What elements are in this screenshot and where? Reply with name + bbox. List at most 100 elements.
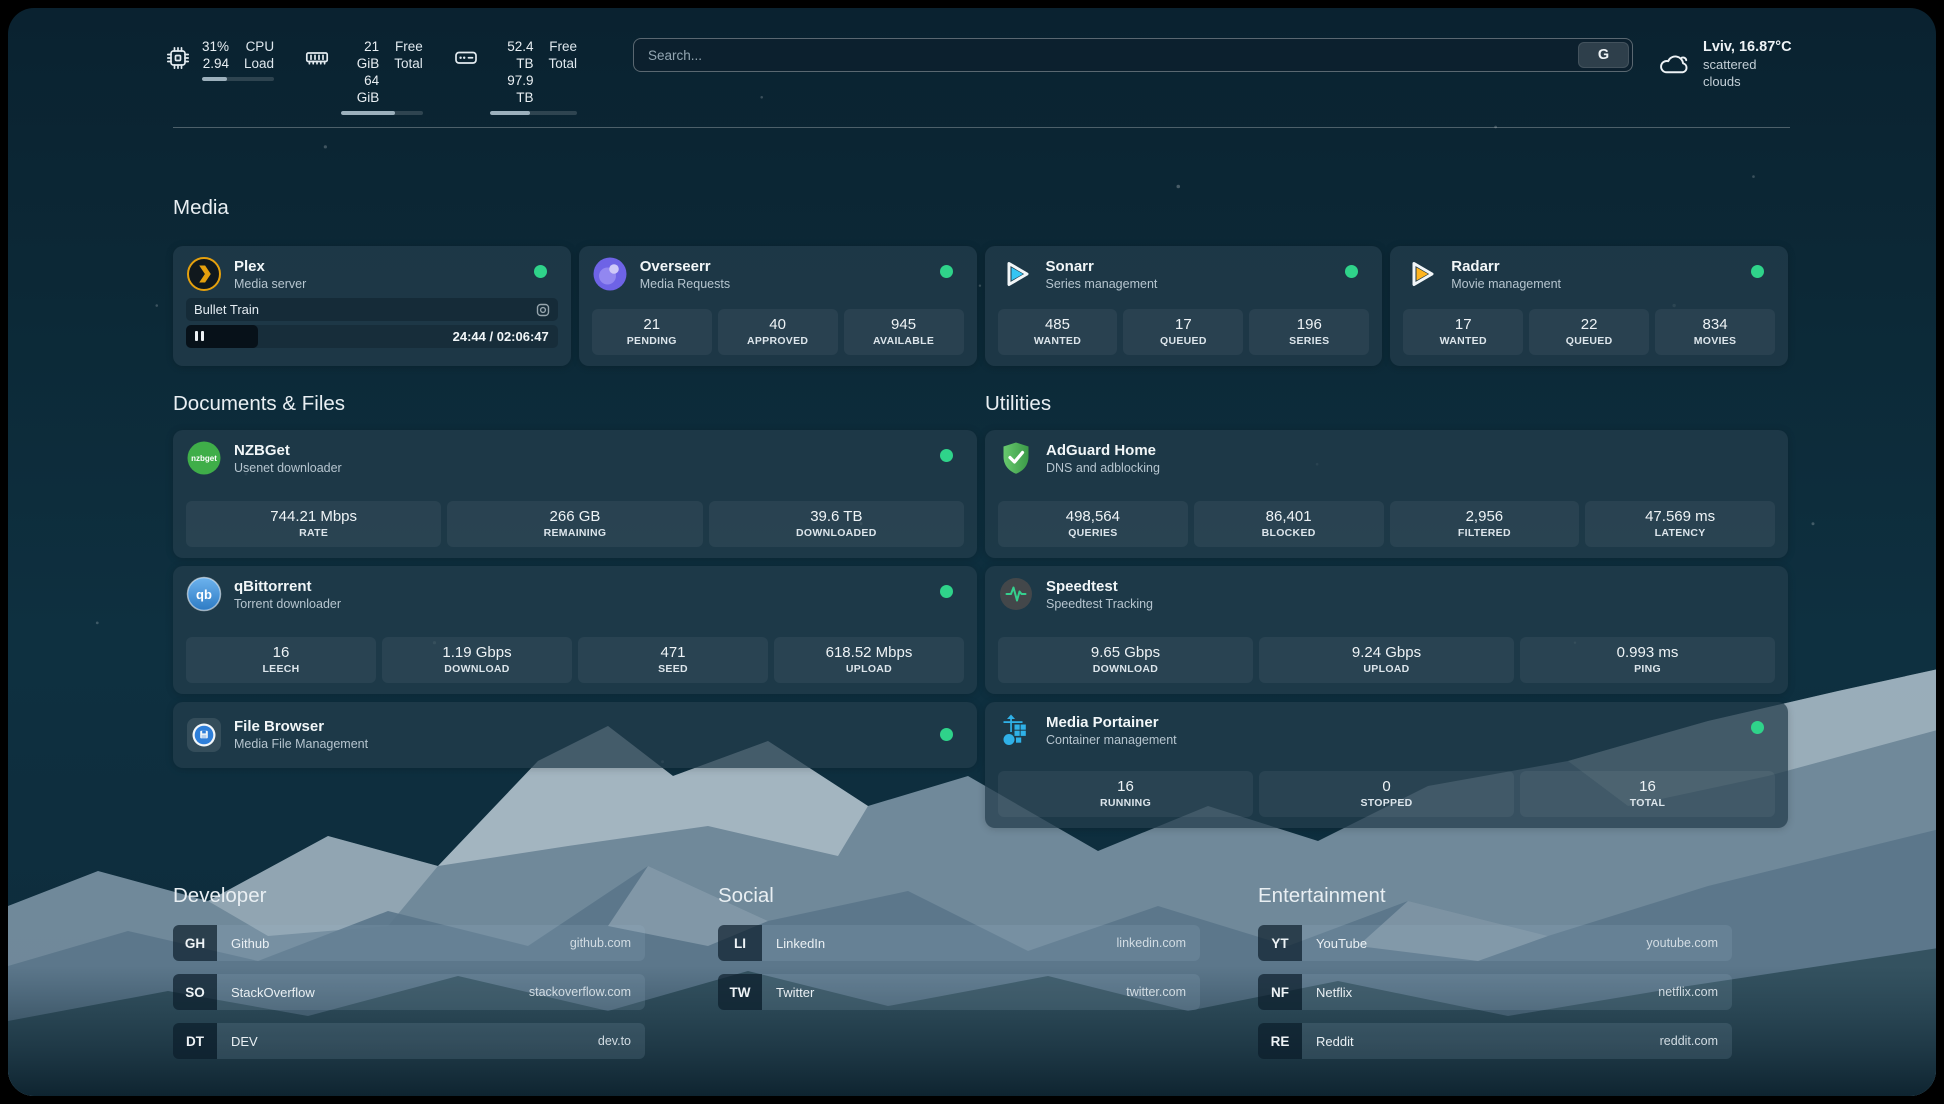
bookmark-abbr: GH bbox=[173, 925, 217, 961]
adguard-card[interactable]: AdGuard Home DNS and adblocking 498,564 … bbox=[985, 430, 1788, 558]
plex-status-dot bbox=[534, 265, 547, 278]
bookmark-url: youtube.com bbox=[1646, 936, 1718, 950]
stat-total: 16 TOTAL bbox=[1520, 771, 1775, 817]
stat-series: 196 SERIES bbox=[1249, 309, 1369, 355]
bookmark-twitter[interactable]: TW Twitter twitter.com bbox=[718, 974, 1200, 1010]
stat-queued: 22 QUEUED bbox=[1529, 309, 1649, 355]
speedtest-subtitle: Speedtest Tracking bbox=[1046, 596, 1153, 612]
bookmark-url: linkedin.com bbox=[1117, 936, 1186, 950]
sonarr-card[interactable]: Sonarr Series management 485 WANTED 17 Q… bbox=[985, 246, 1383, 366]
bookmark-url: reddit.com bbox=[1660, 1034, 1718, 1048]
speedtest-card[interactable]: Speedtest Speedtest Tracking 9.65 Gbps D… bbox=[985, 566, 1788, 694]
radarr-status-dot bbox=[1751, 265, 1764, 278]
radarr-icon bbox=[1403, 256, 1439, 292]
nzbget-title: NZBGet bbox=[234, 441, 342, 460]
radarr-subtitle: Movie management bbox=[1451, 276, 1561, 292]
bookmark-name: Github bbox=[231, 936, 269, 951]
bookmark-dev[interactable]: DT DEV dev.to bbox=[173, 1023, 645, 1059]
cpu-icon bbox=[165, 45, 191, 71]
overseerr-card[interactable]: Overseerr Media Requests 21 PENDING 40 A… bbox=[579, 246, 977, 366]
cloud-icon bbox=[1657, 49, 1692, 79]
ram-total-value: 64 GiB bbox=[341, 72, 379, 106]
portainer-card[interactable]: Media Portainer Container management 16 … bbox=[985, 702, 1788, 828]
bookmark-stackoverflow[interactable]: SO StackOverflow stackoverflow.com bbox=[173, 974, 645, 1010]
disk-progress-bar bbox=[490, 111, 577, 115]
plex-progress-bar: 24:44 / 02:06:47 bbox=[186, 325, 558, 348]
bookmark-abbr: YT bbox=[1258, 925, 1302, 961]
bookmark-url: netflix.com bbox=[1658, 985, 1718, 999]
cpu-load-label: Load bbox=[244, 55, 274, 72]
stat-wanted: 485 WANTED bbox=[998, 309, 1118, 355]
stat-rate: 744.21 Mbps RATE bbox=[186, 501, 441, 547]
sonarr-title: Sonarr bbox=[1046, 257, 1158, 276]
cpu-load-value: 2.94 bbox=[202, 55, 229, 72]
bookmark-netflix[interactable]: NF Netflix netflix.com bbox=[1258, 974, 1732, 1010]
ram-total-label: Total bbox=[394, 55, 423, 72]
stat-upload: 9.24 Gbps UPLOAD bbox=[1259, 637, 1514, 683]
disk-icon bbox=[453, 45, 479, 71]
bookmark-url: dev.to bbox=[598, 1034, 631, 1048]
nzbget-subtitle: Usenet downloader bbox=[234, 460, 342, 476]
bookmark-abbr: TW bbox=[718, 974, 762, 1010]
filebrowser-card[interactable]: File Browser Media File Management bbox=[173, 702, 977, 768]
svg-text:qb: qb bbox=[196, 587, 212, 602]
stat-approved: 40 APPROVED bbox=[718, 309, 838, 355]
stat-download: 9.65 Gbps DOWNLOAD bbox=[998, 637, 1253, 683]
qbittorrent-status-dot bbox=[940, 585, 953, 598]
cpu-usage-value: 31% bbox=[202, 38, 229, 55]
header-divider bbox=[173, 127, 1790, 128]
dashboard: 31% 2.94 CPU Load bbox=[8, 8, 1936, 1096]
nzbget-card[interactable]: nzbget NZBGet Usenet downloader 744.21 M… bbox=[173, 430, 977, 558]
bookmark-abbr: RE bbox=[1258, 1023, 1302, 1059]
stat-leech: 16 LEECH bbox=[186, 637, 376, 683]
section-title-media: Media bbox=[173, 196, 229, 220]
filebrowser-subtitle: Media File Management bbox=[234, 736, 368, 752]
portainer-subtitle: Container management bbox=[1046, 732, 1177, 748]
bookmark-github[interactable]: GH Github github.com bbox=[173, 925, 645, 961]
stat-seed: 471 SEED bbox=[578, 637, 768, 683]
overseerr-icon bbox=[592, 256, 628, 292]
bookmark-name: Reddit bbox=[1316, 1034, 1354, 1049]
section-title-social: Social bbox=[718, 884, 1200, 908]
stat-downloaded: 39.6 TB DOWNLOADED bbox=[709, 501, 964, 547]
ram-free-value: 21 GiB bbox=[341, 38, 379, 72]
bookmark-name: LinkedIn bbox=[776, 936, 825, 951]
plex-card[interactable]: Plex Media server Bullet Train bbox=[173, 246, 571, 366]
memory-widget: 21 GiB 64 GiB Free Total bbox=[304, 38, 423, 115]
filebrowser-title: File Browser bbox=[234, 717, 368, 736]
filebrowser-status-dot bbox=[940, 728, 953, 741]
portainer-icon bbox=[998, 712, 1034, 748]
stat-ping: 0.993 ms PING bbox=[1520, 637, 1775, 683]
plex-title: Plex bbox=[234, 257, 306, 276]
sonarr-icon bbox=[998, 256, 1034, 292]
cpu-progress-bar bbox=[202, 77, 274, 81]
radarr-card[interactable]: Radarr Movie management 17 WANTED 22 QUE… bbox=[1390, 246, 1788, 366]
bookmark-reddit[interactable]: RE Reddit reddit.com bbox=[1258, 1023, 1732, 1059]
plex-icon bbox=[186, 256, 222, 292]
bookmark-name: Twitter bbox=[776, 985, 814, 1000]
disk-free-label: Free bbox=[548, 38, 577, 55]
plex-time: 24:44 / 02:06:47 bbox=[453, 325, 549, 348]
bookmark-youtube[interactable]: YT YouTube youtube.com bbox=[1258, 925, 1732, 961]
stat-queued: 17 QUEUED bbox=[1123, 309, 1243, 355]
disk-total-value: 97.9 TB bbox=[490, 72, 534, 106]
bookmark-url: twitter.com bbox=[1126, 985, 1186, 999]
search-engine-button[interactable]: G bbox=[1578, 42, 1629, 68]
search-input[interactable] bbox=[634, 39, 1632, 71]
stat-download: 1.19 Gbps DOWNLOAD bbox=[382, 637, 572, 683]
stat-pending: 21 PENDING bbox=[592, 309, 712, 355]
bookmark-name: DEV bbox=[231, 1034, 258, 1049]
qbittorrent-icon: qb bbox=[186, 576, 222, 612]
qbittorrent-card[interactable]: qb qBittorrent Torrent downloader 16 LEE… bbox=[173, 566, 977, 694]
stat-blocked: 86,401 BLOCKED bbox=[1194, 501, 1384, 547]
search-box: G bbox=[633, 38, 1633, 72]
bookmark-abbr: SO bbox=[173, 974, 217, 1010]
disk-widget: 52.4 TB 97.9 TB Free Total bbox=[453, 38, 577, 115]
stat-upload: 618.52 Mbps UPLOAD bbox=[774, 637, 964, 683]
stat-latency: 47.569 ms LATENCY bbox=[1585, 501, 1775, 547]
filebrowser-icon bbox=[186, 717, 222, 753]
bookmark-linkedin[interactable]: LI LinkedIn linkedin.com bbox=[718, 925, 1200, 961]
radarr-title: Radarr bbox=[1451, 257, 1561, 276]
bookmark-abbr: NF bbox=[1258, 974, 1302, 1010]
portainer-status-dot bbox=[1751, 721, 1764, 734]
